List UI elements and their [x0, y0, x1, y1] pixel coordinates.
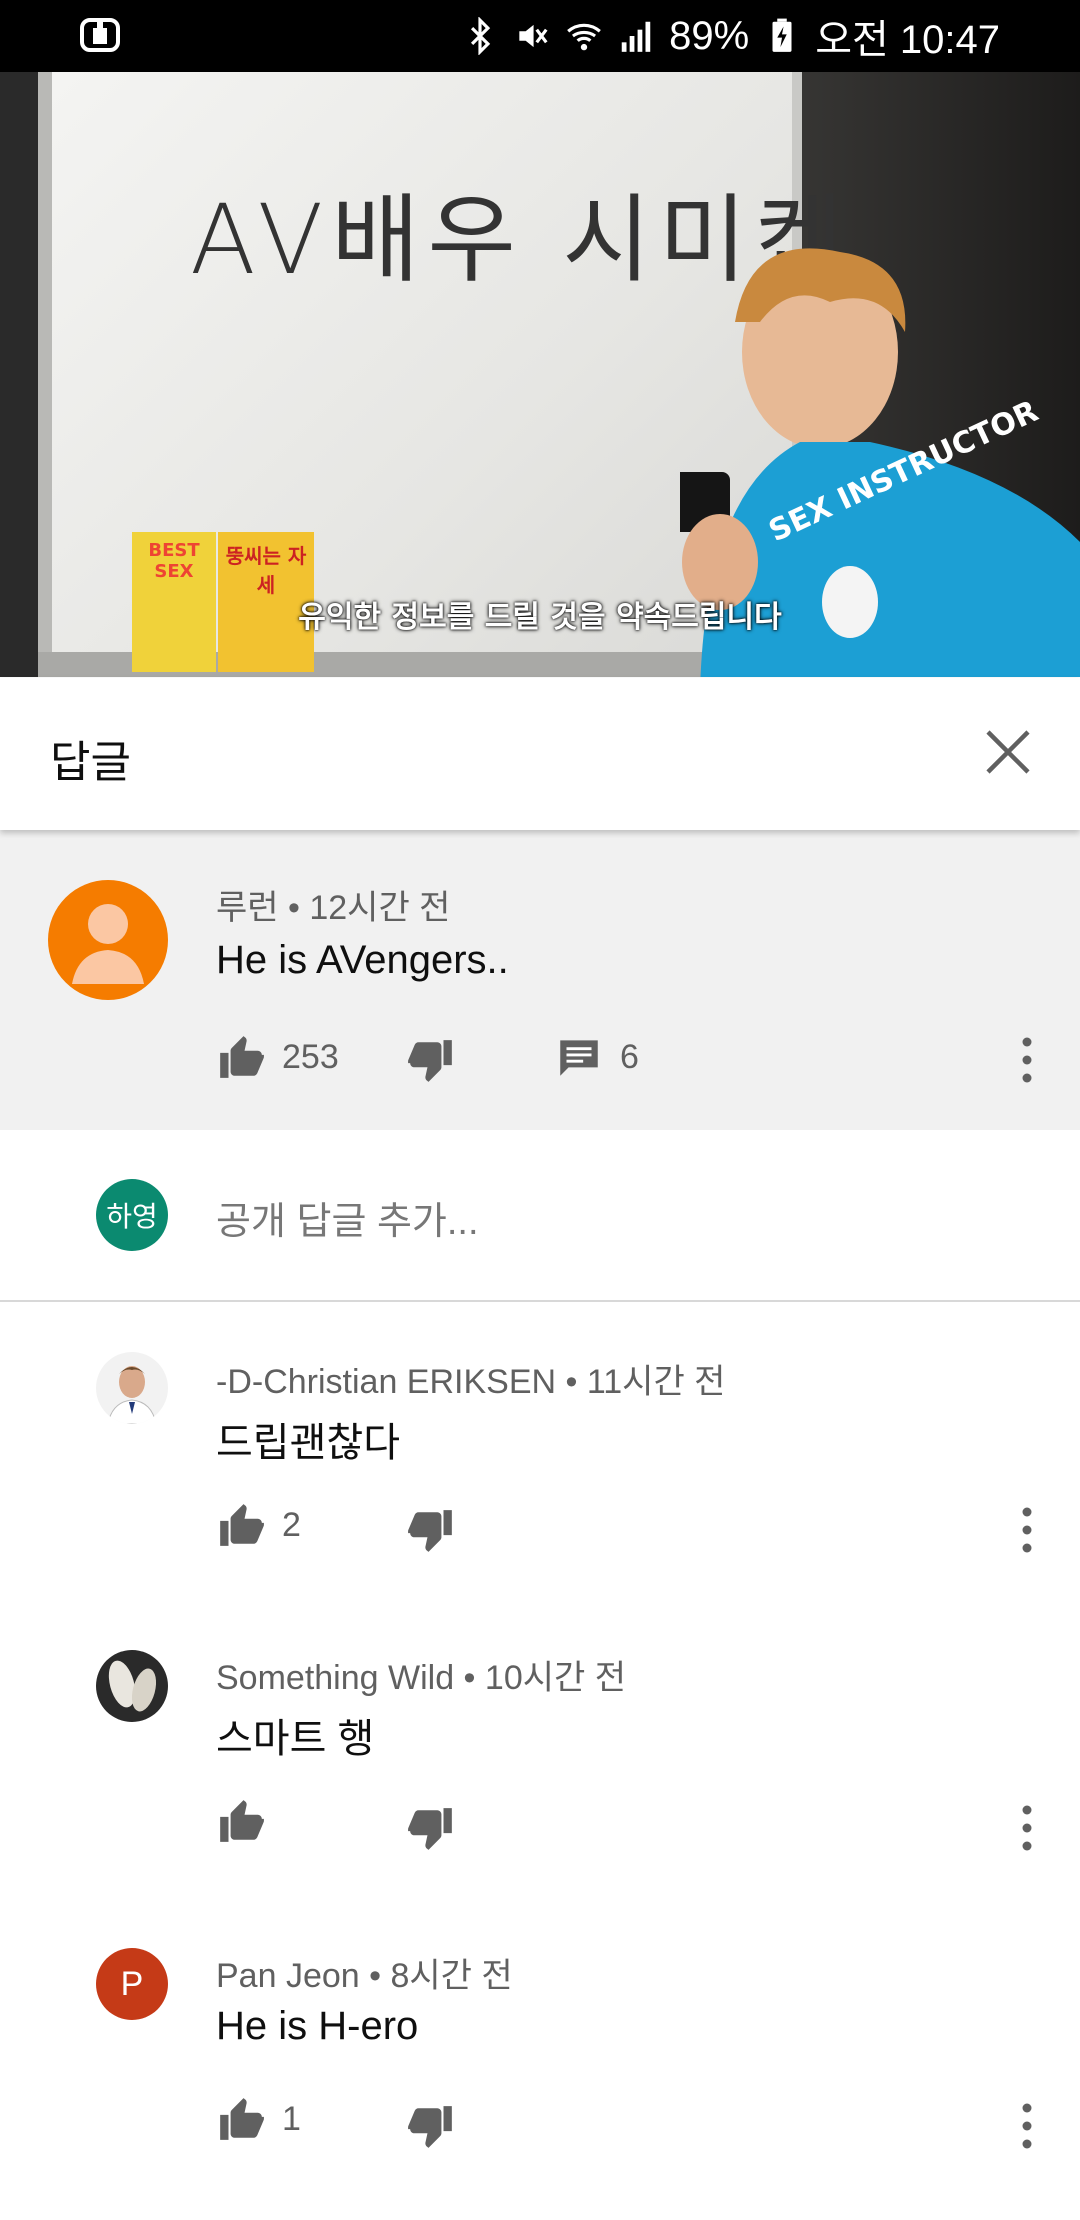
thumbs-down-icon	[408, 1040, 452, 1082]
like-button[interactable]: 1	[216, 2094, 301, 2144]
thumbs-down-icon	[408, 1510, 452, 1552]
comment-author[interactable]: Pan Jeon	[216, 1957, 360, 1995]
reply-item: P Pan Jeon • 8시간 전 He is H-ero 1	[0, 1898, 1080, 2196]
thumbs-down-icon	[408, 2106, 452, 2148]
video-player[interactable]: AV배우 시미켄 BEST SEX 뚱씨는 자세 SEX INSTRUCTOR …	[0, 72, 1080, 677]
reply-count: 6	[620, 1037, 639, 1076]
replies-header: 답글	[0, 678, 1080, 830]
like-count: 1	[282, 2099, 301, 2138]
app-notification-icon	[80, 18, 120, 52]
comment-time: 12시간 전	[309, 889, 451, 927]
bluetooth-icon	[471, 17, 491, 55]
comment-time: 10시간 전	[484, 1659, 627, 1697]
dislike-button[interactable]	[406, 1506, 456, 1556]
battery-percent: 89%	[669, 13, 750, 58]
mute-icon	[519, 24, 548, 48]
comment-author[interactable]: Something Wild	[216, 1659, 454, 1697]
like-button[interactable]: 2	[216, 1500, 301, 1550]
avatar[interactable]	[96, 1650, 168, 1722]
parent-comment: 루런 • 12시간 전 He is AVengers.. 253 6	[0, 830, 1080, 1130]
like-button[interactable]: 253	[216, 1032, 339, 1082]
comment-author[interactable]: -D-Christian ERIKSEN	[216, 1363, 556, 1401]
user-photo-icon	[107, 1366, 157, 1424]
status-bar: 89% 오전 10:47	[0, 0, 1080, 72]
comment-text: He is H-ero	[216, 2004, 419, 2048]
comment-author[interactable]: 루런	[216, 889, 279, 927]
more-options-icon[interactable]	[1012, 1800, 1042, 1856]
like-button[interactable]	[216, 1796, 282, 1846]
comment-text: He is AVengers..	[216, 938, 509, 982]
my-avatar: 하영	[96, 1179, 168, 1251]
wifi-icon	[567, 23, 601, 51]
reply-count-button[interactable]: 6	[554, 1032, 639, 1082]
thumbs-up-icon	[220, 1504, 264, 1546]
like-count: 253	[282, 1037, 339, 1076]
comment-icon	[560, 1040, 598, 1076]
comment-text: 드립괜찮다	[216, 1421, 400, 1465]
avatar[interactable]	[96, 1352, 168, 1424]
close-icon[interactable]	[980, 724, 1036, 780]
thumbs-up-icon	[220, 2098, 264, 2140]
avatar[interactable]	[48, 880, 168, 1000]
comment-meta: 루런 • 12시간 전	[216, 889, 451, 927]
page-title: 답글	[50, 737, 131, 788]
clock: 오전 10:47	[815, 18, 1000, 62]
like-count: 2	[282, 1505, 301, 1544]
comment-time: 11시간 전	[586, 1363, 726, 1401]
dislike-button[interactable]	[406, 1804, 456, 1854]
more-options-icon[interactable]	[1012, 1502, 1042, 1558]
thumbs-down-icon	[408, 1808, 452, 1850]
battery-charging-icon	[772, 18, 792, 52]
comment-time: 8시간 전	[390, 1957, 513, 1995]
comment-text: 스마트 행	[216, 1717, 375, 1761]
thumbs-up-icon	[220, 1800, 264, 1842]
more-options-icon[interactable]	[1012, 1032, 1042, 1088]
avatar[interactable]: P	[96, 1948, 168, 2020]
reply-item: Something Wild • 10시간 전 스마트 행	[0, 1600, 1080, 1898]
video-subtitle: 유익한 정보를 드릴 것을 약속드립니다	[298, 600, 782, 635]
dislike-button[interactable]	[406, 1036, 456, 1086]
comment-meta: Something Wild • 10시간 전	[216, 1659, 627, 1697]
signal-icon	[621, 21, 651, 52]
more-options-icon[interactable]	[1012, 2098, 1042, 2154]
reply-item: -D-Christian ERIKSEN • 11시간 전 드립괜찮다 2	[0, 1302, 1080, 1600]
reply-input[interactable]: 공개 답글 추가...	[216, 1190, 479, 1245]
default-user-icon	[72, 904, 144, 984]
add-reply-row[interactable]: 하영 공개 답글 추가...	[0, 1130, 1080, 1302]
user-photo-icon	[108, 1660, 157, 1712]
thumbs-up-icon	[220, 1036, 264, 1078]
comment-meta: -D-Christian ERIKSEN • 11시간 전	[216, 1363, 726, 1401]
comment-meta: Pan Jeon • 8시간 전	[216, 1957, 513, 1995]
dislike-button[interactable]	[406, 2102, 456, 2152]
